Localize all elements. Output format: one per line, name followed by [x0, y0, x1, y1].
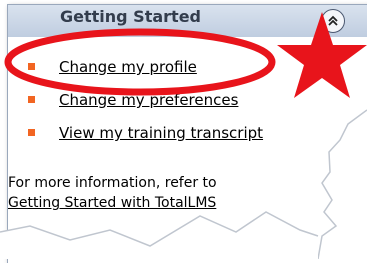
- bullet-icon: [28, 63, 35, 70]
- getting-started-panel: Getting Started Change my profile Change…: [7, 4, 367, 263]
- panel-body: Change my profile Change my preferences …: [8, 37, 367, 263]
- view-transcript-link[interactable]: View my training transcript: [59, 123, 263, 143]
- change-preferences-link[interactable]: Change my preferences: [59, 90, 238, 110]
- getting-started-guide-link[interactable]: Getting Started with TotalLMS: [8, 194, 216, 212]
- change-profile-link[interactable]: Change my profile: [59, 57, 197, 77]
- list-item: Change my preferences: [8, 90, 348, 112]
- list-item: Change my profile: [8, 57, 348, 79]
- panel-header: Getting Started: [8, 5, 367, 37]
- bullet-icon: [28, 129, 35, 136]
- info-text: For more information, refer to: [8, 175, 217, 191]
- list-item: View my training transcript: [8, 123, 348, 145]
- bullet-icon: [28, 96, 35, 103]
- collapse-button[interactable]: [321, 9, 345, 33]
- panel-title: Getting Started: [60, 7, 201, 26]
- double-chevron-up-icon: [328, 15, 338, 26]
